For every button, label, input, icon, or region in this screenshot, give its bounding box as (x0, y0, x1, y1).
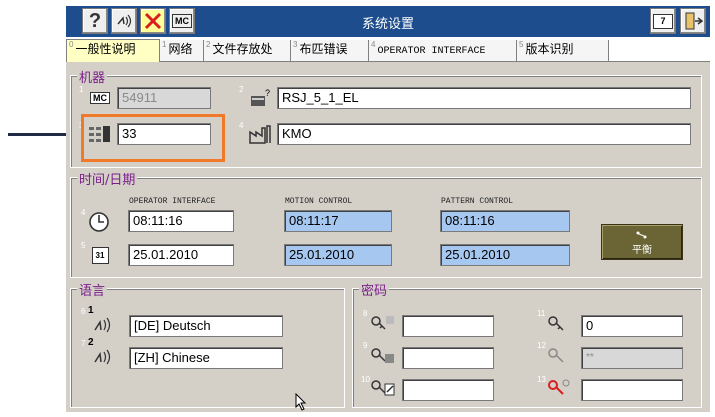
motion-time-field[interactable]: 08:11:17 (284, 210, 392, 232)
calendar-icon: 31 (89, 244, 111, 266)
language-2-icon (91, 347, 115, 367)
tab-fabric-error[interactable]: 3 布匹错误 (291, 40, 369, 61)
factory-icon (247, 123, 273, 145)
password-key-icon-2 (369, 345, 397, 365)
motion-date-field[interactable]: 25.01.2010 (284, 244, 392, 266)
clock-icon (87, 210, 111, 234)
datetime-group: 时间/日期 OPERATOR INTERFACE MOTION CONTROL … (70, 169, 702, 278)
title-bar: ? MC 系统设置 7 (66, 6, 710, 37)
pattern-time-field[interactable]: 08:11:16 (440, 210, 570, 232)
password-field-3[interactable] (402, 379, 494, 401)
password-key-icon-6 (545, 377, 573, 397)
sync-icon (636, 231, 647, 239)
tab-file-storage[interactable]: 2 文件存放处 (204, 40, 291, 61)
window-title: 系统设置 (361, 17, 414, 32)
pattern-control-header: PATTERN CONTROL (441, 197, 514, 206)
password-field-4[interactable]: 0 (581, 315, 683, 337)
language-1-icon (91, 315, 115, 335)
tab-version[interactable]: 5 版本识别 (517, 40, 609, 61)
password-field-1[interactable] (402, 315, 494, 337)
motion-control-header: MOTION CONTROL (285, 197, 353, 206)
language-2-field[interactable]: [ZH] Chinese (129, 347, 283, 369)
password-key-icon-5 (545, 345, 573, 365)
datetime-group-title: 时间/日期 (77, 169, 138, 188)
exit-button[interactable] (680, 8, 706, 34)
factory-field[interactable]: KMO (277, 123, 691, 145)
password-field-6[interactable] (581, 379, 683, 401)
tab-operator-interface[interactable]: 4OPERATOR INTERFACE (369, 40, 517, 61)
machine-number-field[interactable]: 54911 (117, 87, 211, 109)
password-group: 密码 8 9 10 11 0 12 ** 13 (352, 280, 702, 408)
svg-text:?: ? (265, 88, 270, 98)
machine-type-field[interactable]: RSJ_5_1_EL (277, 87, 691, 109)
operator-time-field[interactable]: 08:11:16 (128, 210, 234, 232)
password-key-icon-3 (369, 377, 397, 397)
operator-date-field[interactable]: 25.01.2010 (128, 244, 234, 266)
system-settings-panel: ? MC 系统设置 7 0一般性说明 1网络 2文件存放处 3布匹错误 (66, 6, 710, 412)
password-group-title: 密码 (359, 280, 390, 299)
password-key-icon-1 (369, 313, 397, 333)
mouse-cursor (295, 393, 307, 411)
tab-general[interactable]: 0 一般性说明 (66, 39, 160, 62)
password-key-icon-4 (545, 313, 573, 333)
machine-number-icon: MC (87, 89, 113, 107)
book-icon: 7 (653, 13, 673, 29)
operator-interface-header: OPERATOR INTERFACE (129, 197, 216, 206)
manual-button[interactable]: 7 (650, 8, 676, 34)
tab-bar: 0 一般性说明 1 网络 2 文件存放处 3 布匹错误 4OPERATOR INTERF… (66, 37, 710, 62)
needle-count-highlight (81, 114, 225, 162)
password-field-5[interactable]: ** (581, 347, 683, 369)
language-group-title: 语言 (77, 280, 108, 299)
pattern-date-field[interactable]: 25.01.2010 (440, 244, 570, 266)
tab-network[interactable]: 1 网络 (160, 40, 204, 61)
machine-type-icon: ? (247, 87, 273, 109)
password-field-2[interactable] (402, 347, 494, 369)
exit-icon (685, 12, 703, 30)
machine-group-title: 机器 (77, 67, 108, 86)
language-group: 语言 6 1 [DE] Deutsch 7 2 [ZH] Chinese (70, 280, 345, 411)
balance-button[interactable]: 平衡 (601, 224, 683, 260)
language-1-field[interactable]: [DE] Deutsch (129, 315, 283, 337)
